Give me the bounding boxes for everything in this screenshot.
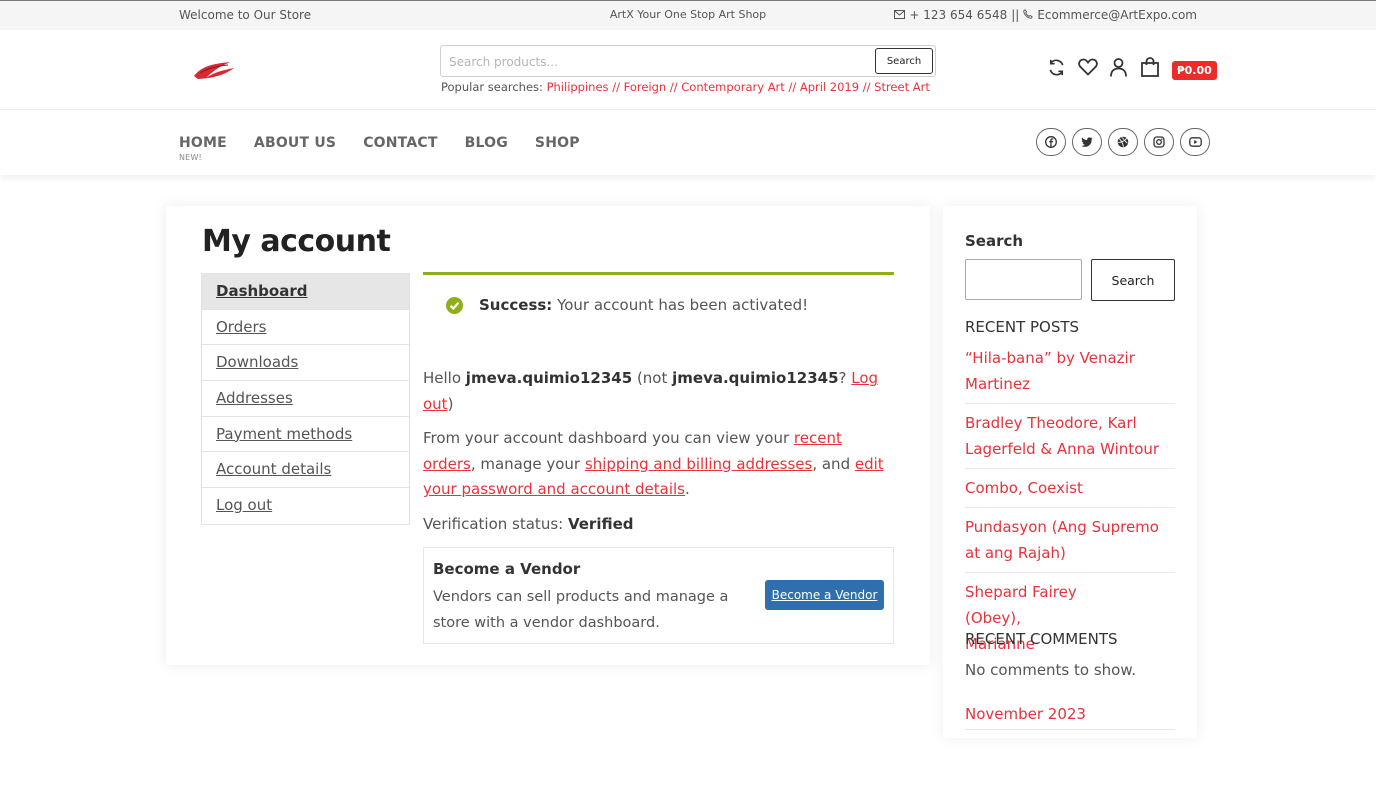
greeting-hello: Hello <box>423 369 466 387</box>
greeting-question: ? <box>838 369 852 387</box>
check-circle-icon <box>446 297 463 314</box>
no-comments-text: No comments to show. <box>965 661 1136 679</box>
popular-searches-label: Popular searches: <box>441 80 543 94</box>
recent-posts-list: “Hila-bana” by Venazir Martinez Bradley … <box>965 345 1175 669</box>
recent-posts-title: RECENT POSTS <box>965 318 1080 336</box>
account-nav-addresses[interactable]: Addresses <box>202 381 409 417</box>
facebook-icon[interactable] <box>1036 128 1066 156</box>
account-nav-log-out[interactable]: Log out <box>202 488 409 524</box>
recent-post-link[interactable]: Shepard Fairey (Obey), Marianne <box>965 579 1090 663</box>
nav-menu: HOME NEW! ABOUT US CONTACT BLOG SHOP <box>179 135 580 162</box>
contact-separator: || <box>1011 8 1020 22</box>
addresses-link[interactable]: shipping and billing addresses <box>585 455 812 473</box>
username-repeat: jmeva.quimio12345 <box>672 369 839 387</box>
product-search-box: Search <box>440 45 936 77</box>
recent-post-link[interactable]: Bradley Theodore, Karl Lagerfeld & Anna … <box>965 410 1175 469</box>
heart-icon[interactable] <box>1077 56 1098 78</box>
nav-item-label: HOME <box>179 135 227 151</box>
account-nav-downloads[interactable]: Downloads <box>202 345 409 382</box>
notice-text: Success: Your account has been activated… <box>479 296 808 314</box>
refresh-icon[interactable] <box>1046 56 1067 78</box>
nav-item-home[interactable]: HOME NEW! <box>179 135 227 162</box>
contact-info: + 123 654 6548 || Ecommerce@ArtExpo.com <box>894 8 1197 22</box>
popular-tag[interactable]: // April 2019 <box>788 80 859 94</box>
account-nav-dashboard[interactable]: Dashboard <box>202 274 409 310</box>
username: jmeva.quimio12345 <box>465 369 633 387</box>
intro-text-4: . <box>684 480 690 498</box>
nav-item-contact[interactable]: CONTACT <box>363 135 437 151</box>
new-badge: NEW! <box>179 153 202 162</box>
sidebar: Search Search RECENT POSTS “Hila-bana” b… <box>943 206 1197 738</box>
recent-comments-title: RECENT COMMENTS <box>965 630 1118 648</box>
sidebar-search-input[interactable] <box>965 259 1082 300</box>
verification-label: Verification status: <box>423 514 568 533</box>
phone-icon <box>1023 8 1034 22</box>
dribbble-icon[interactable] <box>1108 128 1138 156</box>
site-header: Search Popular searches: Philippines // … <box>0 30 1376 110</box>
verification-value: Verified <box>567 514 634 533</box>
phone-number: + 123 654 6548 <box>909 8 1008 22</box>
account-nav-payment-methods[interactable]: Payment methods <box>202 417 409 453</box>
vendor-title: Become a Vendor <box>433 560 581 578</box>
header-icons <box>1046 56 1160 78</box>
popular-searches: Popular searches: Philippines // Foreign… <box>441 80 930 94</box>
instagram-icon[interactable] <box>1144 128 1174 156</box>
popular-tag[interactable]: // Contemporary Art <box>670 80 785 94</box>
twitter-icon[interactable] <box>1072 128 1102 156</box>
recent-post-link[interactable]: “Hila-bana” by Venazir Martinez <box>965 345 1175 404</box>
page-title: My account <box>202 224 391 259</box>
vendor-description: Vendors can sell products and manage a s… <box>433 589 729 631</box>
account-nav-account-details[interactable]: Account details <box>202 452 409 489</box>
dashboard-intro: From your account dashboard you can view… <box>423 426 893 503</box>
shopping-bag-icon[interactable] <box>1139 56 1160 78</box>
popular-tag[interactable]: // Foreign <box>612 80 666 94</box>
top-bar: Welcome to Our Store ArtX Your One Stop … <box>0 0 1376 30</box>
popular-tag[interactable]: Philippines <box>547 80 609 94</box>
notice-message: Your account has been activated! <box>552 296 809 314</box>
archive-link[interactable]: November 2023 <box>965 705 1175 730</box>
user-icon[interactable] <box>1108 56 1129 78</box>
social-links <box>1036 128 1210 156</box>
product-search-button[interactable]: Search <box>875 48 933 74</box>
greeting-not: (not <box>632 369 673 387</box>
site-logo[interactable] <box>192 58 236 82</box>
greeting-close: ) <box>447 394 454 413</box>
intro-text-1: From your account dashboard you can view… <box>423 429 794 447</box>
nav-item-shop[interactable]: SHOP <box>535 135 580 151</box>
notice-label: Success: <box>479 296 553 314</box>
verification-status: Verification status: Verified <box>423 512 893 538</box>
account-card: My account Dashboard Orders Downloads Ad… <box>166 206 930 665</box>
recent-post-link[interactable]: Combo, Coexist <box>965 475 1175 508</box>
sidebar-search-button[interactable]: Search <box>1091 259 1175 301</box>
intro-text-2: , manage your <box>470 454 585 473</box>
nav-item-blog[interactable]: BLOG <box>465 135 508 151</box>
intro-text-3: , and <box>812 454 855 473</box>
envelope-icon <box>894 9 906 22</box>
nav-item-about-us[interactable]: ABOUT US <box>254 135 336 151</box>
success-notice: Success: Your account has been activated… <box>423 272 894 334</box>
email-address[interactable]: Ecommerce@ArtExpo.com <box>1037 8 1197 22</box>
dashboard-content: Hello jmeva.quimio12345 (not jmeva.quimi… <box>423 366 893 537</box>
youtube-icon[interactable] <box>1180 128 1210 156</box>
become-vendor-button[interactable]: Become a Vendor <box>765 580 884 610</box>
account-navigation: Dashboard Orders Downloads Addresses Pay… <box>201 273 410 525</box>
cart-total-badge[interactable]: ₱0.00 <box>1172 61 1217 80</box>
greeting: Hello jmeva.quimio12345 (not jmeva.quimi… <box>423 366 893 417</box>
recent-post-link[interactable]: Pundasyon (Ang Supremo at ang Rajah) <box>965 514 1175 573</box>
sidebar-search-title: Search <box>965 232 1024 250</box>
become-vendor-box: Become a Vendor Vendors can sell product… <box>423 547 894 644</box>
product-search-input[interactable] <box>449 52 869 72</box>
account-nav-orders[interactable]: Orders <box>202 310 409 346</box>
popular-tag[interactable]: // Street Art <box>863 80 930 94</box>
main-navigation: HOME NEW! ABOUT US CONTACT BLOG SHOP <box>0 111 1376 175</box>
